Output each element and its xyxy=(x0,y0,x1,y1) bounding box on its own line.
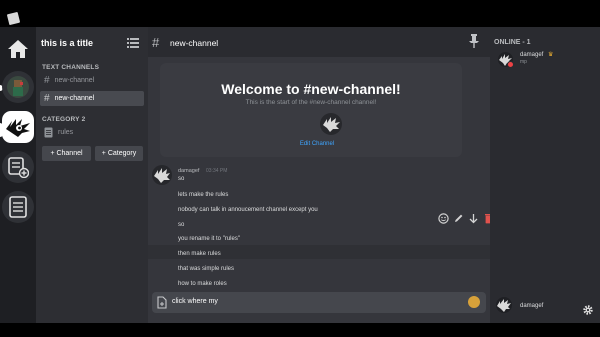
member-activity: mp xyxy=(520,59,527,65)
message-actions xyxy=(438,213,494,224)
message-line: you rename it to "rules" xyxy=(178,236,240,242)
category-label[interactable]: TEXT CHANNELS xyxy=(42,64,99,71)
hash-icon: # xyxy=(44,93,50,104)
home-icon xyxy=(8,40,28,58)
message-author[interactable]: damagef xyxy=(178,168,199,174)
chat-area: # new-channel Welcome to #new-channel! T… xyxy=(148,27,492,323)
member-name[interactable]: damagef xyxy=(520,52,543,58)
category-label[interactable]: CATEGORY 2 xyxy=(42,116,85,123)
sonic-avatar-icon xyxy=(323,117,340,132)
message-line: lets make the rules xyxy=(178,192,229,198)
arrow-down-icon[interactable] xyxy=(468,213,479,224)
sonic-avatar-icon xyxy=(497,299,511,312)
message-line: that was simple rules xyxy=(178,266,235,272)
add-reaction-icon[interactable] xyxy=(438,213,449,224)
user-panel: damagef xyxy=(490,295,600,323)
roblox-top-bar xyxy=(0,0,600,27)
add-list-icon xyxy=(8,157,29,178)
channel-item-active[interactable]: # new-channel xyxy=(40,91,144,106)
server-icon-1[interactable] xyxy=(2,71,34,103)
home-button[interactable] xyxy=(2,33,34,65)
channel-title: new-channel xyxy=(170,38,219,48)
status-dot xyxy=(507,61,514,68)
channel-sidebar: this is a title TEXT CHANNELS # new-chan… xyxy=(36,27,148,323)
message-timestamp: 03:34 PM xyxy=(206,168,228,174)
edit-pencil-icon[interactable] xyxy=(453,213,464,224)
welcome-title: Welcome to #new-channel! xyxy=(221,81,401,97)
pin-icon[interactable] xyxy=(468,34,480,48)
list-icon xyxy=(9,196,27,218)
server-title: this is a title xyxy=(41,38,94,48)
message-line: so xyxy=(178,222,185,228)
online-header: ONLINE - 1 xyxy=(494,39,531,46)
add-channel-button[interactable]: + Channel xyxy=(42,146,91,161)
channel-name: rules xyxy=(58,129,74,136)
bottom-letterbox xyxy=(0,323,600,337)
crown-icon: ♛ xyxy=(548,52,554,58)
message-composer[interactable]: click where my xyxy=(152,292,486,313)
channel-name: new-channel xyxy=(54,77,95,84)
document-icon xyxy=(44,127,53,138)
channel-avatar xyxy=(320,113,342,135)
message-line: nobody can talk in annoucement channel e… xyxy=(178,207,318,213)
attach-file-icon[interactable] xyxy=(156,296,168,309)
self-avatar[interactable] xyxy=(496,297,512,313)
message-line: so xyxy=(178,176,185,182)
channel-item[interactable]: # new-channel xyxy=(40,73,144,88)
create-channel-button[interactable] xyxy=(2,151,34,183)
welcome-subtitle: This is the start of the #new-channel ch… xyxy=(245,99,377,106)
hash-icon: # xyxy=(44,75,50,86)
emoji-picker-icon[interactable] xyxy=(468,296,480,308)
sonic-server-icon xyxy=(6,119,30,137)
self-username: damagef xyxy=(520,303,544,309)
hash-icon: # xyxy=(152,35,160,50)
author-avatar[interactable] xyxy=(152,165,172,185)
message-line: how to make roles xyxy=(178,281,227,287)
server-rail xyxy=(0,27,36,323)
discord-app: this is a title TEXT CHANNELS # new-chan… xyxy=(0,27,600,323)
menu-list-icon[interactable] xyxy=(127,38,139,48)
member-list: ONLINE - 1 damagef ♛ mp damagef xyxy=(490,27,600,323)
channel-item-rules[interactable]: rules xyxy=(40,125,144,140)
gear-icon[interactable] xyxy=(582,304,594,316)
roblox-logo-icon[interactable] xyxy=(6,11,21,26)
server-avatar-icon xyxy=(7,76,29,98)
channel-list-button[interactable] xyxy=(2,191,34,223)
message-input[interactable]: click where my xyxy=(172,298,218,305)
sonic-avatar-icon xyxy=(154,168,170,183)
add-category-button[interactable]: + Category xyxy=(95,146,143,161)
message-line: then make rules xyxy=(178,251,221,257)
server-icon-2[interactable] xyxy=(2,111,34,143)
channel-name: new-channel xyxy=(54,95,95,102)
edit-channel-link[interactable]: Edit Channel xyxy=(148,141,486,147)
chat-header: # new-channel xyxy=(148,27,490,57)
